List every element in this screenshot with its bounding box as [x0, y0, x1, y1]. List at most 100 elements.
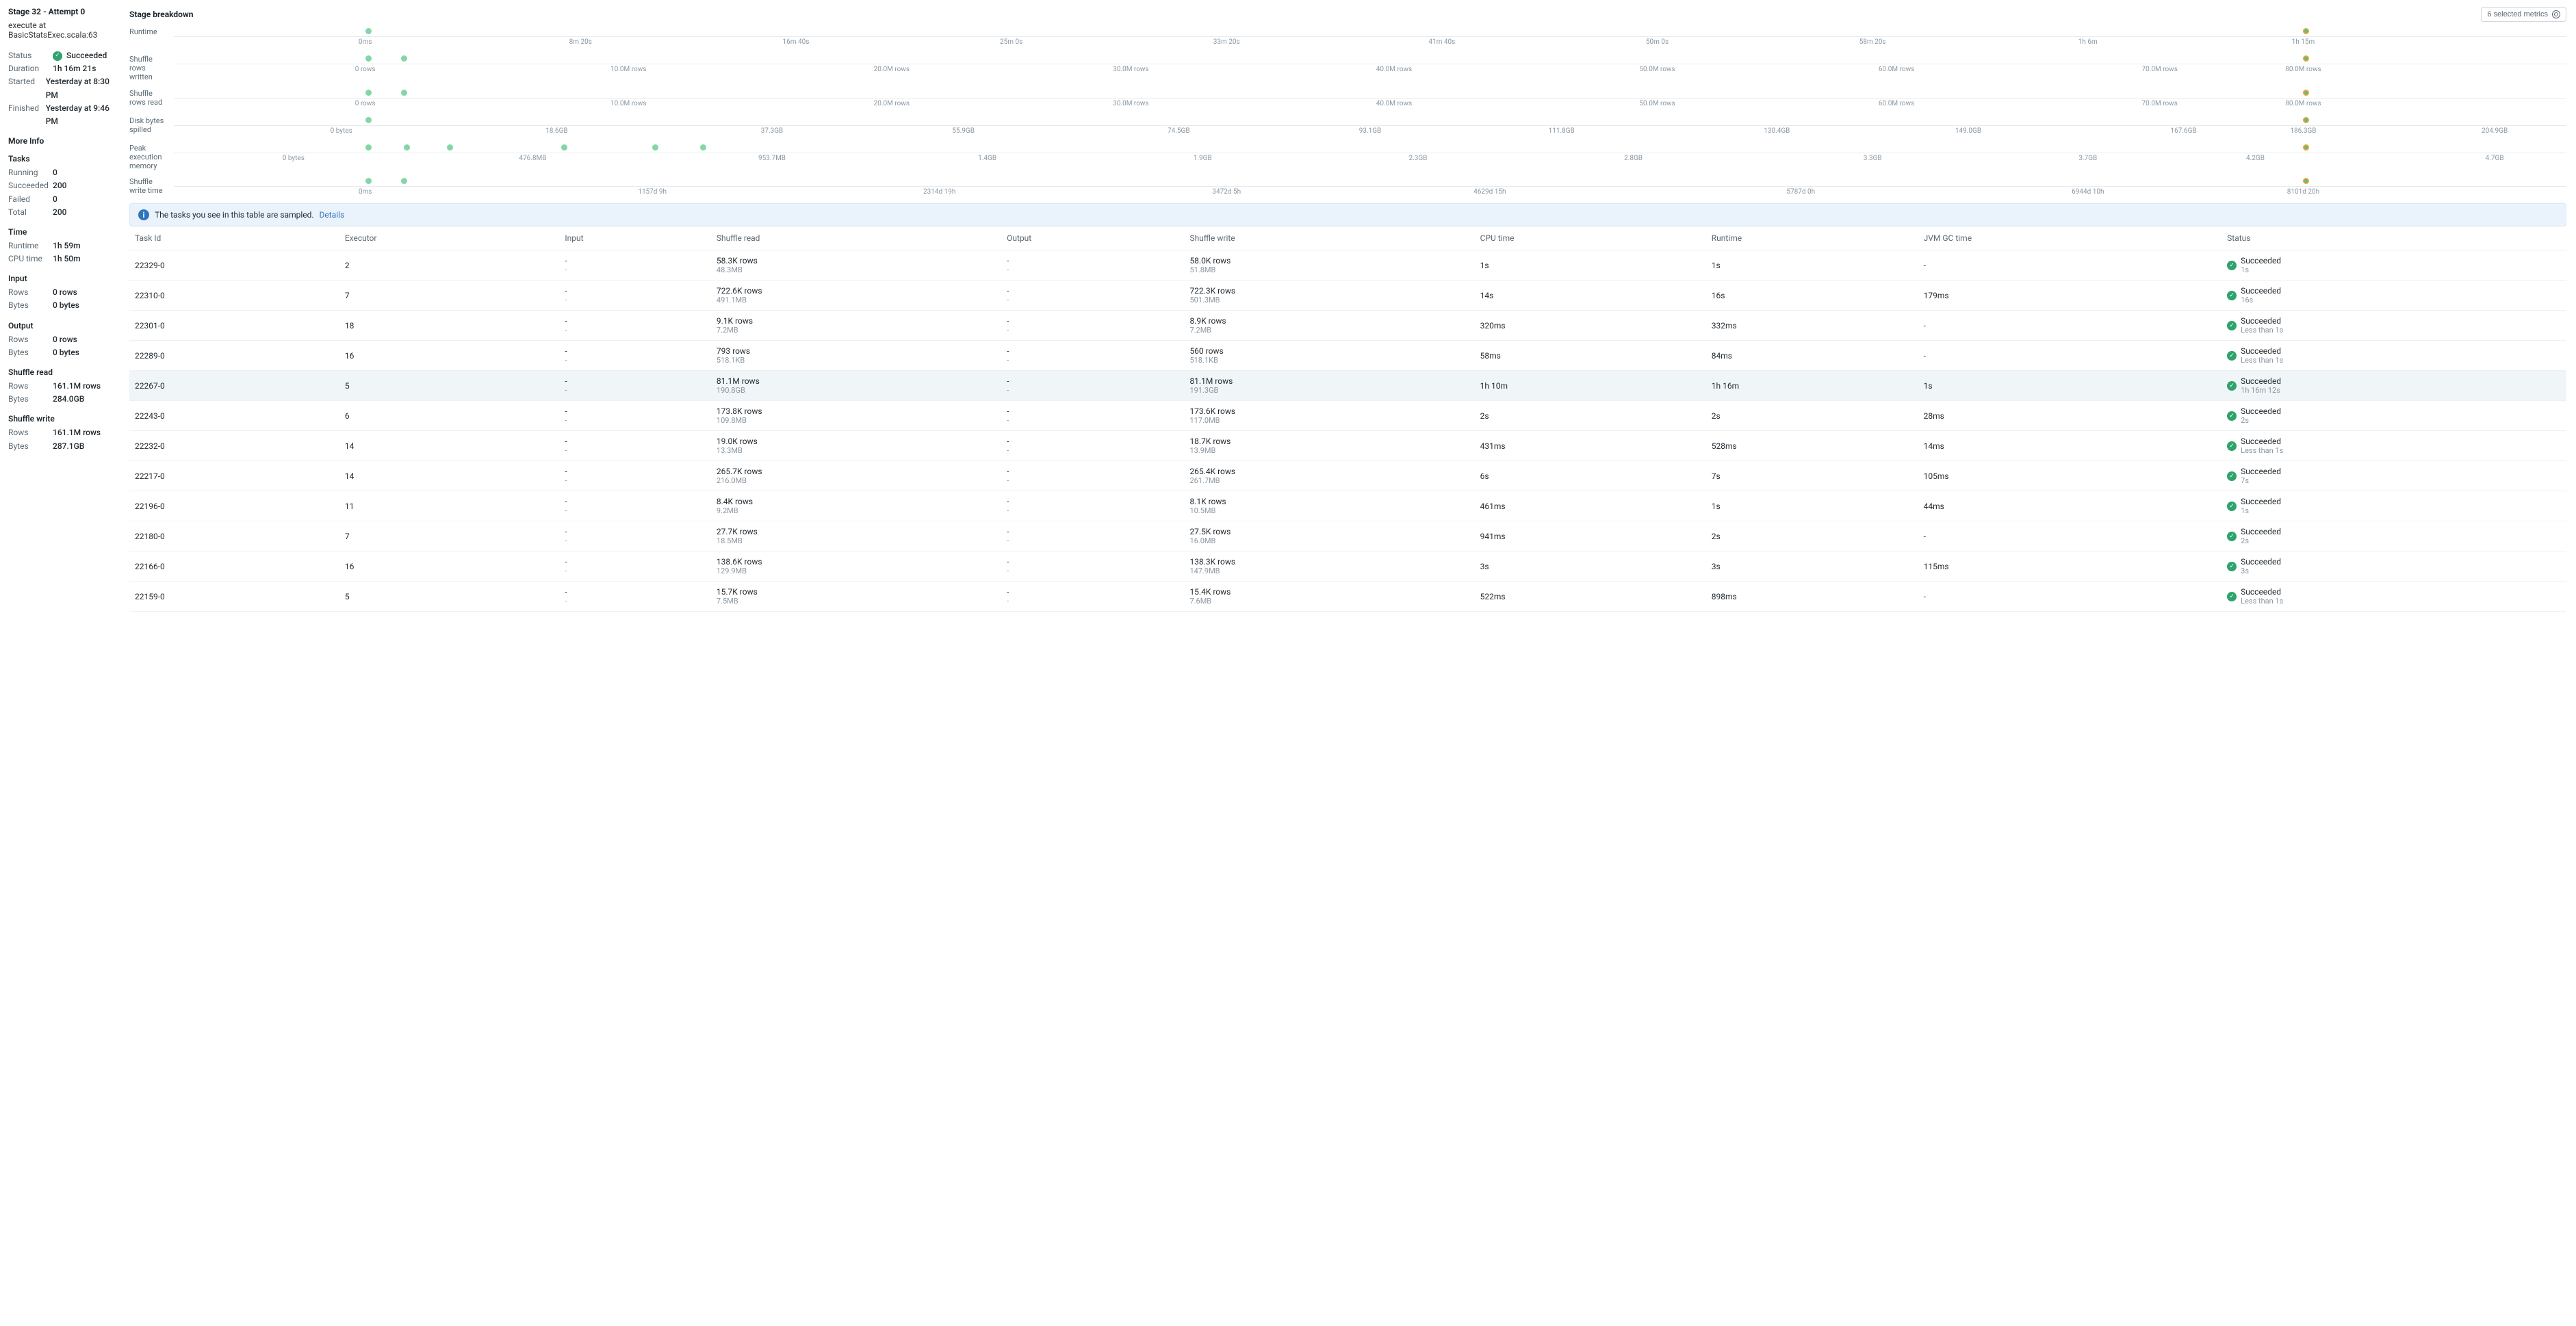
column-header[interactable]: Executor: [339, 226, 560, 250]
axis-tick: 74.5GB: [1168, 127, 1190, 135]
data-point[interactable]: [365, 28, 372, 34]
table-row[interactable]: 22159-05--15.7K rows7.5MB--15.4K rows7.6…: [129, 582, 2566, 612]
column-header[interactable]: Shuffle write: [1184, 226, 1474, 250]
column-header[interactable]: Input: [559, 226, 711, 250]
table-row[interactable]: 22301-018--9.1K rows7.2MB--8.9K rows7.2M…: [129, 311, 2566, 341]
data-point[interactable]: [404, 144, 410, 151]
axis-tick: 20.0M rows: [874, 66, 910, 73]
column-header[interactable]: CPU time: [1475, 226, 1706, 250]
axis-tick: 2314d 19h: [923, 188, 955, 196]
axis-tick: 1.9GB: [1194, 155, 1212, 162]
selected-data-point[interactable]: [2303, 90, 2309, 96]
data-point[interactable]: [447, 144, 453, 151]
sidebar: Stage 32 - Attempt 0 execute at BasicSta…: [0, 0, 120, 619]
chart-row: Shuffle write time0ms1157d 9h2314d 19h34…: [129, 176, 2566, 198]
column-header[interactable]: Shuffle read: [711, 226, 1001, 250]
table-row[interactable]: 22310-07--722.6K rows491.1MB--722.3K row…: [129, 281, 2566, 311]
axis-tick: 37.3GB: [761, 127, 784, 135]
axis-tick: 40.0M rows: [1376, 66, 1412, 73]
table-row[interactable]: 22180-07--27.7K rows18.5MB--27.5K rows16…: [129, 521, 2566, 551]
axis-tick: 60.0M rows: [1879, 100, 1914, 107]
selected-data-point[interactable]: [2303, 178, 2309, 184]
data-point[interactable]: [561, 144, 567, 151]
axis-tick: 58m 20s: [1859, 38, 1886, 46]
table-row[interactable]: 22243-06--173.8K rows109.8MB--173.6K row…: [129, 401, 2566, 431]
table-row[interactable]: 22329-02--58.3K rows48.3MB--58.0K rows51…: [129, 250, 2566, 281]
axis-tick: 80.0M rows: [2285, 100, 2321, 107]
table-row[interactable]: 22232-014--19.0K rows13.3MB--18.7K rows1…: [129, 431, 2566, 461]
metrics-selector-button[interactable]: 6 selected metrics: [2481, 7, 2566, 22]
chart-track[interactable]: [174, 176, 2566, 187]
time-heading: Time: [8, 227, 112, 237]
axis-tick: 50m 0s: [1646, 38, 1669, 46]
column-header[interactable]: Output: [1001, 226, 1184, 250]
shuffle-write-heading: Shuffle write: [8, 414, 112, 424]
breakdown-heading: Stage breakdown: [129, 10, 194, 19]
duration-value: 1h 16m 21s: [53, 62, 96, 75]
data-point[interactable]: [365, 90, 372, 96]
axis-tick: 0 rows: [355, 100, 376, 107]
status-value: Succeeded: [53, 49, 107, 62]
finished-value: Yesterday at 9:46 PM: [46, 102, 112, 128]
table-row[interactable]: 22196-011--8.4K rows9.2MB--8.1K rows10.5…: [129, 491, 2566, 521]
chart-track[interactable]: [174, 26, 2566, 37]
details-link[interactable]: Details: [320, 210, 345, 220]
duration-label: Duration: [8, 62, 53, 75]
started-value: Yesterday at 8:30 PM: [46, 75, 112, 101]
chart-track[interactable]: [174, 88, 2566, 99]
axis-tick: 8m 20s: [569, 38, 592, 46]
output-heading: Output: [8, 321, 112, 330]
check-icon: [2227, 351, 2237, 361]
chart-label: Shuffle write time: [129, 176, 174, 195]
axis-tick: 41m 40s: [1428, 38, 1455, 46]
axis-tick: 20.0M rows: [874, 100, 910, 107]
axis-tick: 10.0M rows: [610, 100, 646, 107]
axis-tick: 476.8MB: [519, 155, 546, 162]
chart-track[interactable]: [174, 53, 2566, 64]
data-point[interactable]: [401, 178, 407, 184]
axis-tick: 18.6GB: [545, 127, 568, 135]
tasks-table: Task IdExecutorInputShuffle readOutputSh…: [129, 226, 2566, 612]
axis-tick: 4.2GB: [2246, 155, 2265, 162]
table-row[interactable]: 22166-016--138.6K rows129.9MB--138.3K ro…: [129, 551, 2566, 582]
check-icon: [2227, 562, 2237, 571]
axis-tick: 4629d 15h: [1473, 188, 1506, 196]
axis-tick: 0 rows: [355, 66, 376, 73]
content: Stage breakdown 6 selected metrics Runti…: [120, 0, 2576, 619]
chart-track[interactable]: [174, 142, 2566, 153]
axis-tick: 2.3GB: [1408, 155, 1427, 162]
axis-tick: 186.3GB: [2290, 127, 2316, 135]
chart-row: Shuffle rows written0 rows10.0M rows20.0…: [129, 53, 2566, 82]
axis-tick: 130.4GB: [1764, 127, 1790, 135]
selected-data-point[interactable]: [2303, 117, 2309, 123]
selected-data-point[interactable]: [2303, 144, 2309, 151]
column-header[interactable]: JVM GC time: [1918, 226, 2221, 250]
gear-icon: [2552, 10, 2560, 18]
check-icon: [2227, 411, 2237, 421]
data-point[interactable]: [365, 144, 372, 151]
sampled-tasks-banner: i The tasks you see in this table are sa…: [129, 203, 2566, 226]
selected-data-point[interactable]: [2303, 55, 2309, 62]
table-row[interactable]: 22267-05--81.1M rows190.8GB--81.1M rows1…: [129, 371, 2566, 401]
axis-tick: 3.3GB: [1864, 155, 1882, 162]
chart-track[interactable]: [174, 115, 2566, 126]
table-row[interactable]: 22289-016--793 rows518.1KB--560 rows518.…: [129, 341, 2566, 371]
data-point[interactable]: [401, 55, 407, 62]
column-header[interactable]: Status: [2221, 226, 2566, 250]
data-point[interactable]: [365, 55, 372, 62]
selected-data-point[interactable]: [2303, 28, 2309, 34]
data-point[interactable]: [652, 144, 658, 151]
data-point[interactable]: [365, 117, 372, 123]
data-point[interactable]: [700, 144, 706, 151]
table-row[interactable]: 22217-014--265.7K rows216.0MB--265.4K ro…: [129, 461, 2566, 491]
column-header[interactable]: Task Id: [129, 226, 339, 250]
column-header[interactable]: Runtime: [1706, 226, 1918, 250]
data-point[interactable]: [401, 90, 407, 96]
axis-tick: 25m 0s: [1000, 38, 1022, 46]
data-point[interactable]: [365, 178, 372, 184]
axis-tick: 0ms: [359, 38, 372, 46]
check-icon: [2227, 261, 2237, 270]
axis-tick: 16m 40s: [783, 38, 810, 46]
axis-tick: 30.0M rows: [1113, 100, 1148, 107]
axis-tick: 149.0GB: [1955, 127, 1981, 135]
